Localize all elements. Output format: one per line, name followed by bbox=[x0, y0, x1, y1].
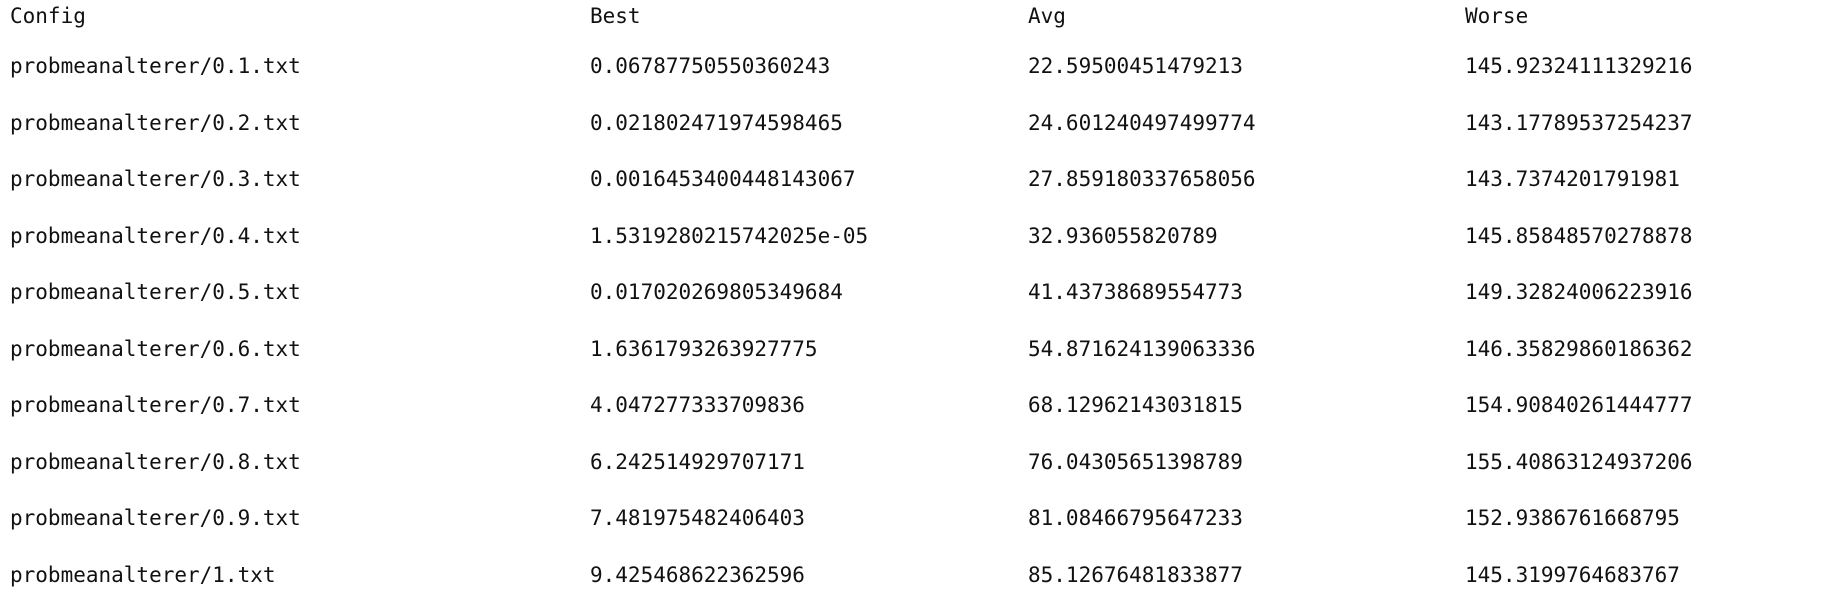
column-header-avg: Avg bbox=[1028, 4, 1066, 28]
avg-cell: 41.43738689554773 bbox=[1028, 280, 1243, 305]
avg-cell: 54.871624139063336 bbox=[1028, 336, 1256, 361]
avg-cell: 22.59500451479213 bbox=[1028, 54, 1243, 79]
column-header-config: Config bbox=[10, 4, 86, 28]
worse-cell: 149.32824006223916 bbox=[1465, 280, 1693, 305]
best-cell: 6.242514929707171 bbox=[590, 449, 805, 474]
config-cell: probmeanalterer/0.9.txt bbox=[10, 506, 301, 531]
table-row: probmeanalterer/0.1.txt 0.06787750550360… bbox=[10, 38, 1825, 95]
config-cell: probmeanalterer/0.2.txt bbox=[10, 110, 301, 135]
table-row: probmeanalterer/0.6.txt 1.63617932639277… bbox=[10, 321, 1825, 378]
config-cell: probmeanalterer/0.6.txt bbox=[10, 336, 301, 361]
avg-cell: 32.936055820789 bbox=[1028, 223, 1218, 248]
best-cell: 7.481975482406403 bbox=[590, 506, 805, 531]
config-cell: probmeanalterer/0.4.txt bbox=[10, 223, 301, 248]
table-row: probmeanalterer/0.8.txt 6.24251492970717… bbox=[10, 434, 1825, 491]
config-cell: probmeanalterer/0.1.txt bbox=[10, 54, 301, 79]
table-row: probmeanalterer/0.7.txt 4.04727733370983… bbox=[10, 377, 1825, 434]
best-cell: 1.5319280215742025e-05 bbox=[590, 223, 869, 248]
table-row: probmeanalterer/0.3.txt 0.00164534004481… bbox=[10, 151, 1825, 208]
config-cell: probmeanalterer/0.8.txt bbox=[10, 449, 301, 474]
best-cell: 9.425468622362596 bbox=[590, 562, 805, 587]
avg-cell: 27.859180337658056 bbox=[1028, 167, 1256, 192]
column-header-best: Best bbox=[590, 4, 641, 28]
table-row: probmeanalterer/0.4.txt 1.53192802157420… bbox=[10, 208, 1825, 265]
worse-cell: 143.7374201791981 bbox=[1465, 167, 1680, 192]
table-row: probmeanalterer/0.2.txt 0.02180247197459… bbox=[10, 95, 1825, 152]
table-body: probmeanalterer/0.1.txt 0.06787750550360… bbox=[10, 38, 1825, 603]
best-cell: 0.021802471974598465 bbox=[590, 110, 843, 135]
avg-cell: 24.601240497499774 bbox=[1028, 110, 1256, 135]
best-cell: 0.06787750550360243 bbox=[590, 54, 831, 79]
table-row: probmeanalterer/0.9.txt 7.48197548240640… bbox=[10, 490, 1825, 547]
best-cell: 4.047277333709836 bbox=[590, 393, 805, 418]
table-header: Config Best Avg Worse bbox=[10, 0, 1825, 38]
config-cell: probmeanalterer/1.txt bbox=[10, 562, 276, 587]
worse-cell: 154.90840261444777 bbox=[1465, 393, 1693, 418]
results-output: Config Best Avg Worse probmeanalterer/0.… bbox=[0, 0, 1838, 606]
table-row: probmeanalterer/0.5.txt 0.01702026980534… bbox=[10, 264, 1825, 321]
config-cell: probmeanalterer/0.5.txt bbox=[10, 280, 301, 305]
avg-cell: 68.12962143031815 bbox=[1028, 393, 1243, 418]
best-cell: 0.0016453400448143067 bbox=[590, 167, 856, 192]
best-cell: 0.017020269805349684 bbox=[590, 280, 843, 305]
worse-cell: 145.92324111329216 bbox=[1465, 54, 1693, 79]
worse-cell: 152.9386761668795 bbox=[1465, 506, 1680, 531]
header-row: Config Best Avg Worse bbox=[10, 0, 1825, 38]
avg-cell: 85.12676481833877 bbox=[1028, 562, 1243, 587]
column-header-worse: Worse bbox=[1465, 4, 1529, 28]
avg-cell: 76.04305651398789 bbox=[1028, 449, 1243, 474]
config-cell: probmeanalterer/0.3.txt bbox=[10, 167, 301, 192]
avg-cell: 81.08466795647233 bbox=[1028, 506, 1243, 531]
worse-cell: 146.35829860186362 bbox=[1465, 336, 1693, 361]
worse-cell: 145.3199764683767 bbox=[1465, 562, 1680, 587]
best-cell: 1.6361793263927775 bbox=[590, 336, 818, 361]
worse-cell: 143.17789537254237 bbox=[1465, 110, 1693, 135]
table-row: probmeanalterer/1.txt 9.425468622362596 … bbox=[10, 547, 1825, 604]
worse-cell: 155.40863124937206 bbox=[1465, 449, 1693, 474]
worse-cell: 145.85848570278878 bbox=[1465, 223, 1693, 248]
results-table: Config Best Avg Worse probmeanalterer/0.… bbox=[10, 0, 1825, 603]
config-cell: probmeanalterer/0.7.txt bbox=[10, 393, 301, 418]
